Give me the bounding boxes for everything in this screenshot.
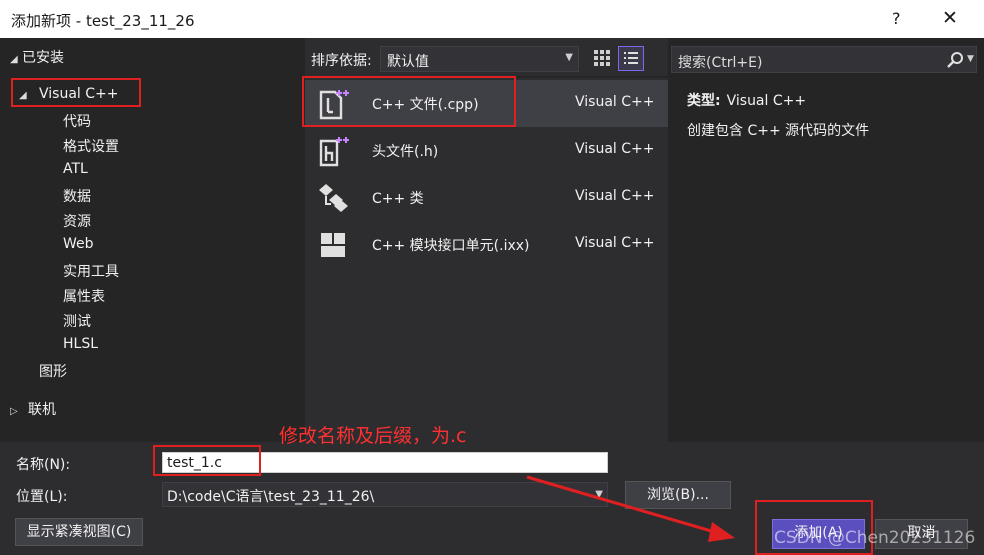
watermark: CSDN @Chen20231126 (774, 528, 976, 548)
annotation-arrow (526, 475, 735, 542)
